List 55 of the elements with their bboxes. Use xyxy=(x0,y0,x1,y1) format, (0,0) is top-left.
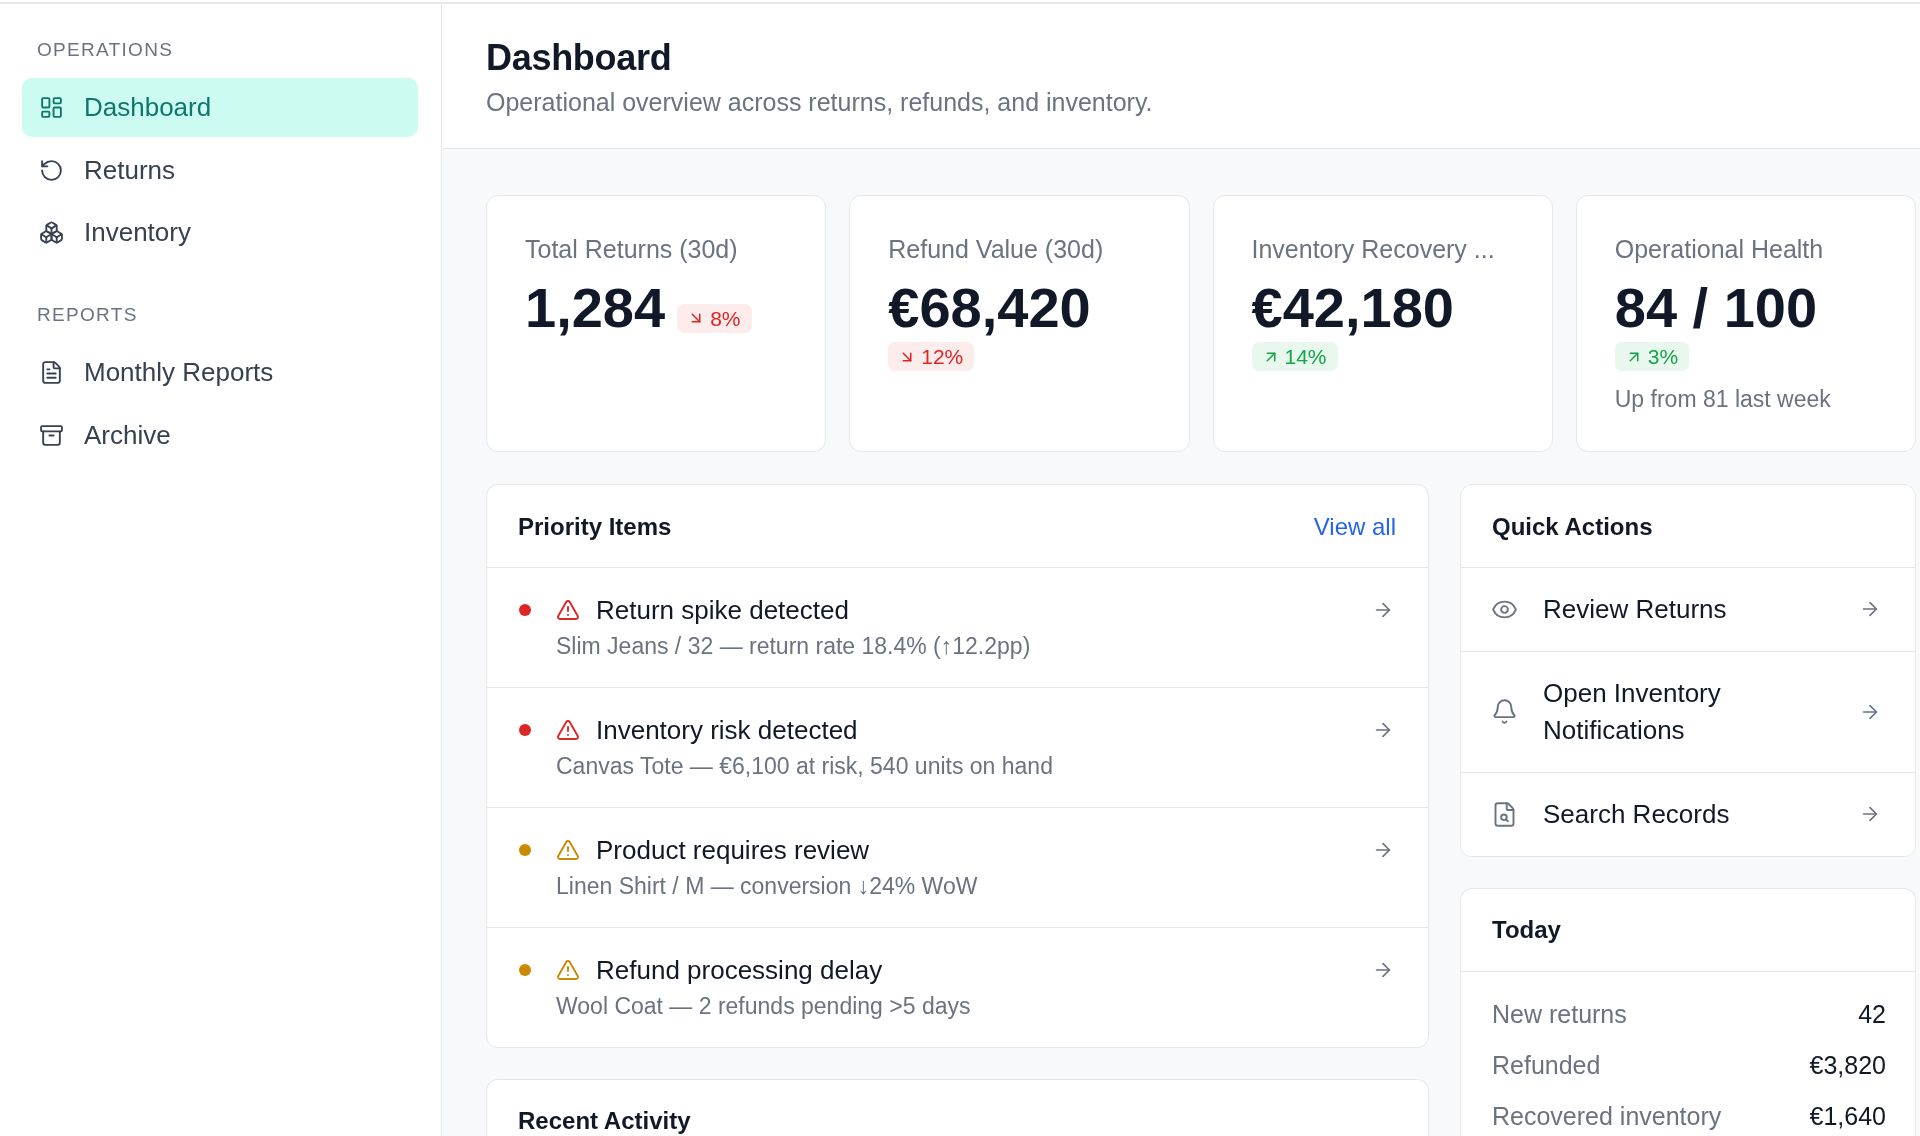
section-heading: REPORTS xyxy=(37,303,138,326)
metric-label: New returns xyxy=(1492,998,1627,1030)
stat-note: Up from 81 last week xyxy=(1614,385,1831,414)
warning-icon xyxy=(556,838,580,862)
priority-item-detail: Wool Coat — 2 refunds pending >5 days xyxy=(556,992,971,1021)
nav-item[interactable]: Returns xyxy=(22,140,418,200)
card-title: Today xyxy=(1492,915,1561,946)
boxes-icon xyxy=(39,220,64,245)
metric-value: €3,820 xyxy=(1809,1049,1886,1081)
nav-item[interactable]: Inventory xyxy=(22,203,418,262)
change-percent: 8% xyxy=(710,305,741,331)
priority-item-detail: Slim Jeans / 32 — return rate 18.4% (↑12.2pp) xyxy=(556,632,1031,661)
stat-value: €68,420 xyxy=(888,276,1091,340)
priority-item[interactable]: Return spike detected Slim Jeans / 32 — return rate 18.4% (↑12.2pp) xyxy=(487,568,1428,688)
section-heading: OPERATIONS xyxy=(37,38,174,61)
warning-icon xyxy=(556,958,580,982)
page-title: Dashboard xyxy=(486,36,672,79)
stat-label: Refund Value (30d) xyxy=(888,234,1104,265)
priority-item-title: Inventory risk detected xyxy=(596,714,858,747)
priority-item[interactable]: Product requires review Linen Shirt / M — conversion ↓24% WoW xyxy=(487,808,1428,928)
nav-item[interactable]: Archive xyxy=(22,405,418,465)
change-percent: 12% xyxy=(921,344,964,369)
priority-item-detail: Linen Shirt / M — conversion ↓24% WoW xyxy=(556,872,978,901)
nav-item[interactable]: Dashboard xyxy=(22,78,418,137)
warning-icon xyxy=(556,718,580,742)
card-title: Quick Actions xyxy=(1492,511,1653,542)
document-icon xyxy=(39,360,64,385)
card-title: Recent Activity xyxy=(518,1106,691,1136)
bell-icon xyxy=(1491,698,1518,726)
archive-box-icon xyxy=(39,422,64,448)
warning-icon xyxy=(556,598,580,622)
priority-item-title: Product requires review xyxy=(596,834,870,867)
priority-item[interactable]: Inventory risk detected Canvas Tote — €6,100 at risk, 540 units on hand xyxy=(487,688,1428,808)
metric-label: Recovered inventory xyxy=(1492,1100,1722,1132)
stat-value: 84 / 100 xyxy=(1614,276,1818,340)
metric-value: 42 xyxy=(1858,998,1886,1030)
stat-label: Operational Health xyxy=(1614,234,1824,265)
page-subtitle: Operational overview across returns, refunds, and inventory. xyxy=(486,87,1153,118)
stat-value: 1,284 xyxy=(525,276,666,340)
circular-arrow-icon xyxy=(39,157,64,183)
priority-item-title: Return spike detected xyxy=(596,594,849,627)
priority-item-detail: Canvas Tote — €6,100 at risk, 540 units on hand xyxy=(556,752,1053,781)
metric-value: €1,640 xyxy=(1809,1100,1886,1132)
change-percent: 3% xyxy=(1647,344,1679,369)
metric-label: Refunded xyxy=(1492,1049,1601,1081)
card-title: Priority Items xyxy=(518,511,672,542)
view-all-link[interactable]: View all xyxy=(1313,510,1396,542)
nav-item[interactable]: Monthly Reports xyxy=(22,343,418,402)
stat-label: Total Returns (30d) xyxy=(525,234,738,265)
priority-item[interactable]: Refund processing delay Wool Coat — 2 refunds pending >5 days xyxy=(487,928,1428,1047)
stat-value: €42,180 xyxy=(1251,276,1454,340)
change-percent: 14% xyxy=(1284,344,1327,369)
dashboard-grid-icon xyxy=(39,95,64,120)
stat-label: Inventory Recovery ... xyxy=(1251,234,1495,265)
priority-item-title: Refund processing delay xyxy=(596,954,883,987)
